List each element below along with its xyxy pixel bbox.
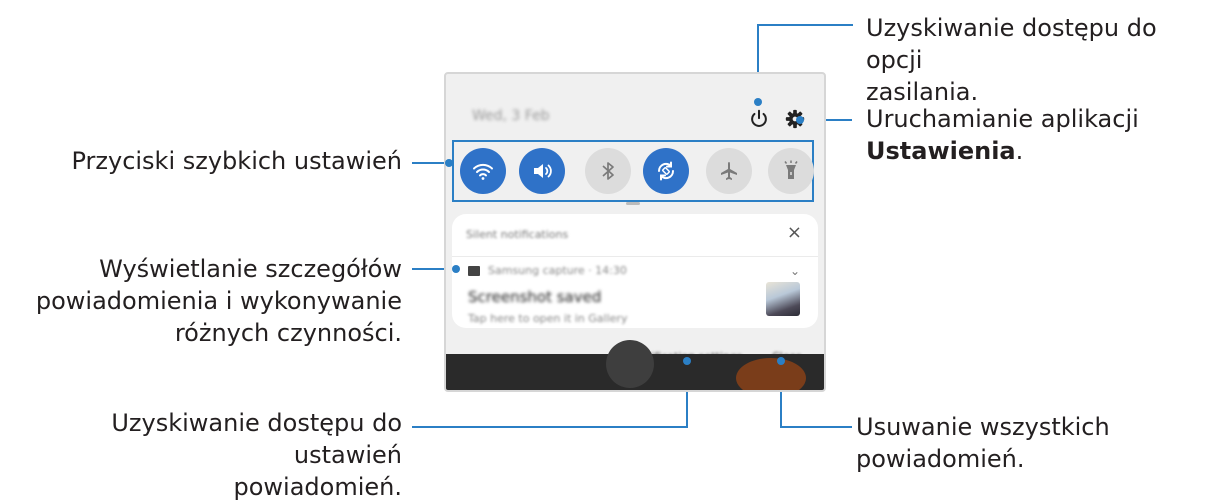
callout-power-options: Uzyskiwanie dostępu do opcji zasilania. xyxy=(866,12,1220,108)
airplane-toggle[interactable] xyxy=(706,148,752,194)
callout-clear-all: Usuwanie wszystkich powiadomień. xyxy=(856,411,1110,475)
home-screen-background xyxy=(446,340,824,390)
bluetooth-icon xyxy=(602,162,614,180)
callout-quick-settings: Przyciski szybkich ustawień xyxy=(0,145,402,177)
callout-settings-app: Uruchamianie aplikacji Ustawienia. xyxy=(866,103,1139,167)
flashlight-icon xyxy=(784,160,798,179)
leader-dot xyxy=(683,357,691,365)
leader-dot xyxy=(796,116,804,124)
callout-line: Uzyskiwanie dostępu do opcji xyxy=(866,14,1157,74)
notification-card[interactable]: Silent notifications × Samsung capture ·… xyxy=(452,214,818,328)
callout-line: powiadomienia i wykonywanie xyxy=(35,287,402,315)
wifi-toggle[interactable] xyxy=(460,148,506,194)
screenshot-thumbnail[interactable] xyxy=(766,282,800,316)
date-label: Wed, 3 Feb xyxy=(472,108,550,124)
callout-line: Uzyskiwanie dostępu do ustawień xyxy=(111,409,402,469)
wifi-icon xyxy=(473,163,493,180)
wallpaper-shape xyxy=(736,358,806,390)
image-icon xyxy=(468,266,480,276)
bluetooth-toggle[interactable] xyxy=(585,148,631,194)
sound-icon xyxy=(534,164,552,178)
divider xyxy=(452,256,818,257)
callout-line: Przyciski szybkich ustawień xyxy=(71,147,402,175)
leader-dot xyxy=(754,98,762,106)
wallpaper-shape xyxy=(606,340,654,388)
power-icon[interactable] xyxy=(748,108,770,130)
auto-rotate-toggle[interactable] xyxy=(643,148,689,194)
callout-line: powiadomień. xyxy=(856,445,1025,473)
notification-title: Screenshot saved xyxy=(468,288,602,306)
callout-line: Uruchamianie aplikacji xyxy=(866,105,1139,133)
leader-dot xyxy=(452,265,460,273)
leader-clear-h xyxy=(780,426,852,428)
notification-panel: Wed, 3 Feb Silent notifications × Samsun… xyxy=(444,72,826,392)
chevron-down-icon[interactable]: ⌄ xyxy=(790,264,800,278)
notification-section-title: Silent notifications xyxy=(466,228,569,241)
quick-settings-highlight xyxy=(452,140,814,202)
callout-line: Usuwanie wszystkich xyxy=(856,413,1110,441)
sound-toggle[interactable] xyxy=(519,148,565,194)
leader-power-h xyxy=(757,24,853,26)
settings-app-name: Ustawienia xyxy=(866,137,1016,165)
leader-dot xyxy=(445,159,453,167)
callout-line: Ustawienia. xyxy=(866,137,1024,165)
callout-notification-details: Wyświetlanie szczegółów powiadomienia i … xyxy=(0,253,402,349)
leader-dot xyxy=(777,357,785,365)
callout-line: różnych czynności. xyxy=(174,319,402,347)
auto-rotate-icon xyxy=(657,161,675,181)
callout-notification-settings: Uzyskiwanie dostępu do ustawień powiadom… xyxy=(0,407,402,503)
close-icon[interactable]: × xyxy=(787,222,802,243)
leader-notif-settings-h xyxy=(412,426,688,428)
notification-text: Tap here to open it in Gallery xyxy=(468,312,628,325)
notification-app: Samsung capture · 14:30 xyxy=(488,264,627,277)
flashlight-toggle[interactable] xyxy=(768,148,814,194)
drag-handle[interactable] xyxy=(626,202,640,205)
airplane-icon xyxy=(721,162,737,180)
callout-line: powiadomień. xyxy=(233,473,403,501)
callout-line: Wyświetlanie szczegółów xyxy=(99,255,402,283)
